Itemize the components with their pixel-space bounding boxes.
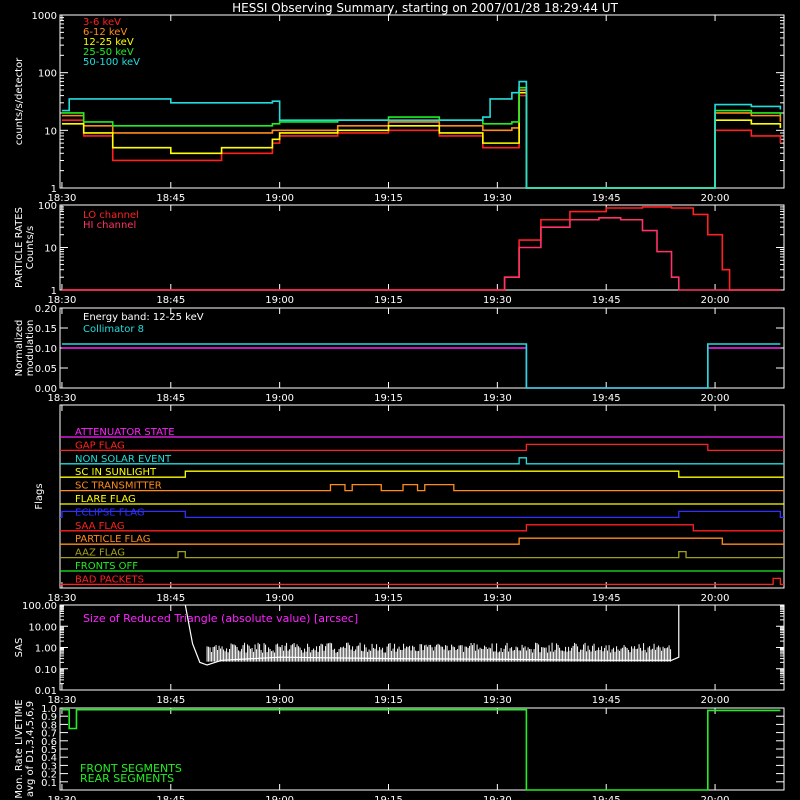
x-tick-label: 20:00 xyxy=(701,393,730,404)
y-tick-label: 100 xyxy=(38,201,57,212)
y-tick-label: 1.0 xyxy=(41,704,57,715)
flag-line xyxy=(60,483,784,492)
y-tick-label: 0.01 xyxy=(35,686,57,697)
legend-entry: REAR SEGMENTS xyxy=(80,772,174,785)
series-line xyxy=(61,347,781,389)
x-tick-label: 19:00 xyxy=(265,593,294,604)
x-tick-label: 19:00 xyxy=(265,193,294,204)
x-tick-label: 18:45 xyxy=(156,795,185,800)
sas-panel: 18:30 18:45 19:00 19:15 19:30 19:45 20:000.010… xyxy=(14,601,785,706)
x-tick-label: 19:45 xyxy=(592,695,621,706)
energy-band-annotation: Energy band: 12-25 keV xyxy=(83,312,204,323)
x-tick-label: 18:45 xyxy=(156,295,185,306)
y-tick-label: 1 xyxy=(51,286,57,297)
legend-entry: HI channel xyxy=(83,220,136,231)
particle-rates-panel: 18:30 18:45 19:00 19:15 19:30 19:45 20:0011010… xyxy=(14,201,785,306)
x-tick-label: 19:45 xyxy=(592,795,621,800)
hessi-summary-plot: HESSI Observing Summary, starting on 200… xyxy=(14,1,785,800)
x-tick-label: 19:30 xyxy=(483,193,512,204)
x-tick-label: 19:45 xyxy=(592,193,621,204)
x-tick-label: 19:15 xyxy=(374,695,403,706)
x-tick-label: 19:15 xyxy=(374,193,403,204)
flag-line xyxy=(60,524,784,532)
x-tick-label: 19:30 xyxy=(483,795,512,800)
y-tick-label: 1000 xyxy=(32,11,57,22)
y-tick-label: 10 xyxy=(44,126,57,137)
y-axis-label: Mon. Rate LIVETIMEavg of D1,3,4,5,6,9 xyxy=(14,699,36,798)
series-line xyxy=(61,89,782,189)
y-tick-label: 0.20 xyxy=(35,304,57,315)
flag-line xyxy=(60,550,784,559)
y-axis-label-line: Normalized xyxy=(14,320,25,377)
x-tick-label: 18:45 xyxy=(156,393,185,404)
x-tick-label: 18:45 xyxy=(156,193,185,204)
x-tick-label: 20:00 xyxy=(701,593,730,604)
x-tick-label: 19:15 xyxy=(374,593,403,604)
series-line xyxy=(61,343,781,389)
y-axis-label-line: modulation xyxy=(25,320,36,377)
x-tick-label: 19:15 xyxy=(374,795,403,800)
y-tick-label: 0.10 xyxy=(35,665,57,676)
flag-line xyxy=(60,577,784,586)
modulation-panel: 18:30 18:45 19:00 19:15 19:30 19:45 20:000.000… xyxy=(14,304,785,404)
y-tick-label: 1 xyxy=(51,184,57,195)
y-tick-label: 0.10 xyxy=(35,344,57,355)
flags-panel: 18:30 18:45 19:00 19:15 19:30 19:45 20:00Flags… xyxy=(34,404,785,604)
x-tick-label: 19:30 xyxy=(483,695,512,706)
x-tick-label: 19:00 xyxy=(265,795,294,800)
flag-line xyxy=(60,443,784,452)
x-tick-label: 19:30 xyxy=(483,593,512,604)
x-tick-label: 20:00 xyxy=(701,193,730,204)
series-line xyxy=(61,86,782,189)
flag-label: ECLIPSE FLAG xyxy=(75,507,145,518)
x-tick-label: 19:45 xyxy=(592,295,621,306)
y-axis-label-line: Mon. Rate LIVETIME xyxy=(14,699,25,798)
y-tick-label: 1.00 xyxy=(35,644,57,655)
x-tick-label: 19:00 xyxy=(265,295,294,306)
x-tick-label: 19:00 xyxy=(265,393,294,404)
y-axis-label: SAS xyxy=(14,638,25,658)
y-axis-label: Flags xyxy=(34,483,45,509)
y-axis-label-line: PARTICLE RATES xyxy=(14,207,25,288)
sas-annotation: Size of Reduced Triangle (absolute value… xyxy=(83,612,358,625)
x-tick-label: 20:00 xyxy=(701,295,730,306)
x-tick-label: 19:45 xyxy=(592,393,621,404)
series-line xyxy=(61,80,782,189)
xray-rates-panel: 18:30 18:45 19:00 19:15 19:30 19:45 20:0011010… xyxy=(14,11,785,204)
y-axis-label: Normalizedmodulation xyxy=(14,320,36,377)
livetime-panel: 18:3018:4519:0019:1519:3019:4520:000.10.… xyxy=(14,699,785,800)
series-line xyxy=(61,94,782,189)
y-axis-label: counts/s/detector xyxy=(14,57,25,145)
x-tick-label: 19:30 xyxy=(483,295,512,306)
y-tick-label: 100 xyxy=(38,69,57,80)
x-tick-label: 19:15 xyxy=(374,393,403,404)
x-tick-label: 18:30 xyxy=(48,795,77,800)
x-tick-label: 20:00 xyxy=(701,695,730,706)
y-tick-label: 10.00 xyxy=(28,622,57,633)
series-line xyxy=(61,91,782,189)
y-axis-label: PARTICLE RATESCounts/s xyxy=(14,207,36,288)
y-tick-label: 0.05 xyxy=(35,364,57,375)
y-tick-label: 0.00 xyxy=(35,384,57,395)
y-tick-label: 0.15 xyxy=(35,324,57,335)
chart-title: HESSI Observing Summary, starting on 200… xyxy=(232,1,618,15)
y-tick-label: 100.00 xyxy=(22,601,57,612)
x-tick-label: 18:45 xyxy=(156,695,185,706)
legend-entry: 50-100 keV xyxy=(83,57,140,68)
x-tick-label: 19:30 xyxy=(483,393,512,404)
legend-entry: Collimator 8 xyxy=(83,324,144,335)
y-tick-label: 10 xyxy=(44,244,57,255)
flag-line xyxy=(60,470,784,478)
x-tick-label: 18:45 xyxy=(156,593,185,604)
flag-line xyxy=(60,537,784,545)
x-tick-label: 20:00 xyxy=(701,795,730,800)
y-axis-label-line: Counts/s xyxy=(25,226,36,270)
panel-frame xyxy=(59,14,785,189)
x-tick-label: 19:15 xyxy=(374,295,403,306)
flag-line xyxy=(60,510,784,519)
x-tick-label: 19:00 xyxy=(265,695,294,706)
x-tick-label: 19:45 xyxy=(592,593,621,604)
y-axis-label-line: avg of D1,3,4,5,6,9 xyxy=(25,701,36,797)
series-line xyxy=(61,216,781,291)
